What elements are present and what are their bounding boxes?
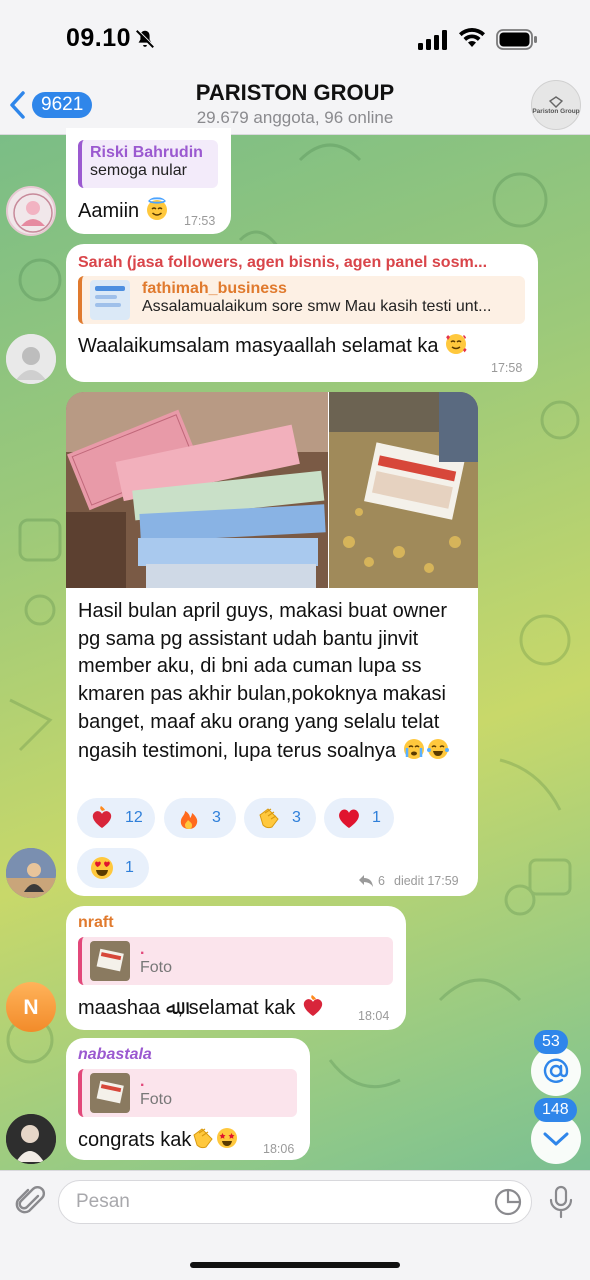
- heart-eyes-icon: [91, 857, 113, 879]
- message-time: 18:04: [358, 1009, 390, 1023]
- reaction-chip[interactable]: 1: [77, 848, 149, 888]
- reply-arrow-icon[interactable]: [358, 874, 374, 888]
- mentions-badge: 53: [534, 1030, 568, 1054]
- reply-quote[interactable]: . Foto: [78, 937, 393, 985]
- cellular-signal-icon: [418, 30, 447, 50]
- halo-face-emoji-icon: [146, 197, 167, 220]
- reaction-chip[interactable]: 3: [244, 798, 316, 838]
- group-avatar-label: Pariston Group: [532, 107, 580, 115]
- reply-thumbnail: [90, 1073, 130, 1113]
- heart-on-fire-icon: [92, 806, 112, 828]
- reply-quote[interactable]: fathimah_business Assalamualaikum sore s…: [78, 276, 525, 324]
- album-photo-gold[interactable]: [329, 392, 478, 588]
- chat-subtitle: 29.679 anggota, 96 online: [196, 108, 394, 127]
- star-struck-emoji-icon: [217, 1128, 238, 1148]
- chevron-down-icon: [543, 1132, 569, 1146]
- reaction-count: 3: [292, 809, 301, 826]
- unread-badge: 148: [534, 1098, 577, 1122]
- wifi-icon: [459, 28, 485, 47]
- message-text: maashaa ﷲ, selamat kak: [78, 997, 296, 1019]
- reaction-count: 1: [372, 809, 381, 826]
- message-time: 17:58: [491, 361, 523, 375]
- reply-author: Riski Bahrudin: [90, 144, 203, 161]
- red-heart-icon: [339, 809, 359, 828]
- group-avatar[interactable]: Pariston Group: [531, 80, 581, 130]
- chat-title[interactable]: PARISTON GROUP: [0, 80, 590, 106]
- reply-author: .: [140, 1073, 145, 1090]
- home-indicator: [190, 1262, 400, 1268]
- at-sign-icon: [543, 1058, 569, 1083]
- avatar-initial: N: [23, 996, 39, 1019]
- clapping-hands-icon: [259, 808, 279, 829]
- reply-author: .: [140, 941, 145, 958]
- reaction-chip[interactable]: 1: [324, 798, 394, 838]
- reaction-count: 12: [125, 809, 143, 826]
- avatar[interactable]: [6, 334, 56, 384]
- reply-thumbnail: [90, 280, 130, 320]
- message-text: Aamiin: [78, 200, 140, 222]
- message-text: congrats kak: [78, 1129, 192, 1151]
- top-bar: 09.10 9621 PARISTON GROUP 29.679 anggota…: [0, 0, 590, 135]
- tears-of-joy-emoji-icon: [426, 738, 449, 759]
- battery-icon: [496, 29, 537, 50]
- reply-author: fathimah_business: [142, 280, 287, 297]
- fire-icon: [180, 811, 198, 829]
- microphone-icon[interactable]: [548, 1185, 574, 1219]
- silent-bell-icon: [136, 29, 155, 48]
- smiling-hearts-emoji-icon: [446, 334, 468, 354]
- paperclip-icon[interactable]: [14, 1184, 48, 1218]
- reply-text: semoga nular: [90, 162, 187, 179]
- reply-text: Assalamualaikum sore smw Mau kasih testi…: [142, 298, 492, 315]
- avatar[interactable]: [6, 186, 56, 236]
- reply-text: Foto: [140, 959, 173, 976]
- message-bubble[interactable]: nabastala . Foto congrats kak 18:06: [66, 1038, 310, 1160]
- message-bubble[interactable]: nraft . Foto maashaa ﷲ, selamat kak 18:0…: [66, 906, 406, 1030]
- reply-text: Foto: [140, 1091, 173, 1108]
- avatar[interactable]: [6, 848, 56, 898]
- reaction-chip[interactable]: 12: [77, 798, 155, 838]
- message-time: 17:53: [184, 214, 216, 228]
- message-bubble[interactable]: Hasil bulan april guys, makasi buat owne…: [66, 392, 478, 896]
- message-bubble[interactable]: Sarah (jasa followers, agen bisnis, agen…: [66, 244, 538, 382]
- sender-name[interactable]: nabastala: [78, 1046, 152, 1064]
- album-photo-money[interactable]: [66, 392, 328, 588]
- reply-quote[interactable]: . Foto: [78, 1069, 297, 1117]
- sticker-icon[interactable]: [493, 1187, 523, 1217]
- sender-name[interactable]: nraft: [78, 914, 114, 932]
- message-time: 18:06: [263, 1142, 295, 1156]
- heart-on-fire-emoji-icon: [303, 995, 323, 1016]
- reply-quote[interactable]: Riski Bahrudin semoga nular: [78, 140, 218, 188]
- reply-thumbnail: [90, 941, 130, 981]
- logo-icon: [549, 95, 563, 108]
- reaction-chip[interactable]: 3: [164, 798, 236, 838]
- status-bar: 09.10: [0, 0, 590, 78]
- status-time: 09.10: [66, 24, 132, 52]
- sender-name[interactable]: Sarah (jasa followers, agen bisnis, agen…: [78, 254, 524, 272]
- message-time: diedit 17:59: [394, 874, 459, 888]
- reply-count: 6: [378, 874, 385, 888]
- message-text: Waalaikumsalam masyaallah selamat ka: [78, 335, 439, 357]
- message-text: Hasil bulan april guys, makasi buat owne…: [78, 600, 448, 762]
- avatar[interactable]: [6, 1114, 56, 1164]
- reaction-count: 3: [212, 809, 221, 826]
- message-input-placeholder: Pesan: [76, 1191, 130, 1212]
- crying-face-emoji-icon: [403, 738, 424, 759]
- clapping-hands-emoji-icon: [193, 1128, 214, 1149]
- avatar[interactable]: N: [6, 982, 56, 1032]
- message-bubble[interactable]: Riski Bahrudin semoga nular Aamiin 17:53: [66, 128, 231, 234]
- reaction-count: 1: [125, 859, 134, 876]
